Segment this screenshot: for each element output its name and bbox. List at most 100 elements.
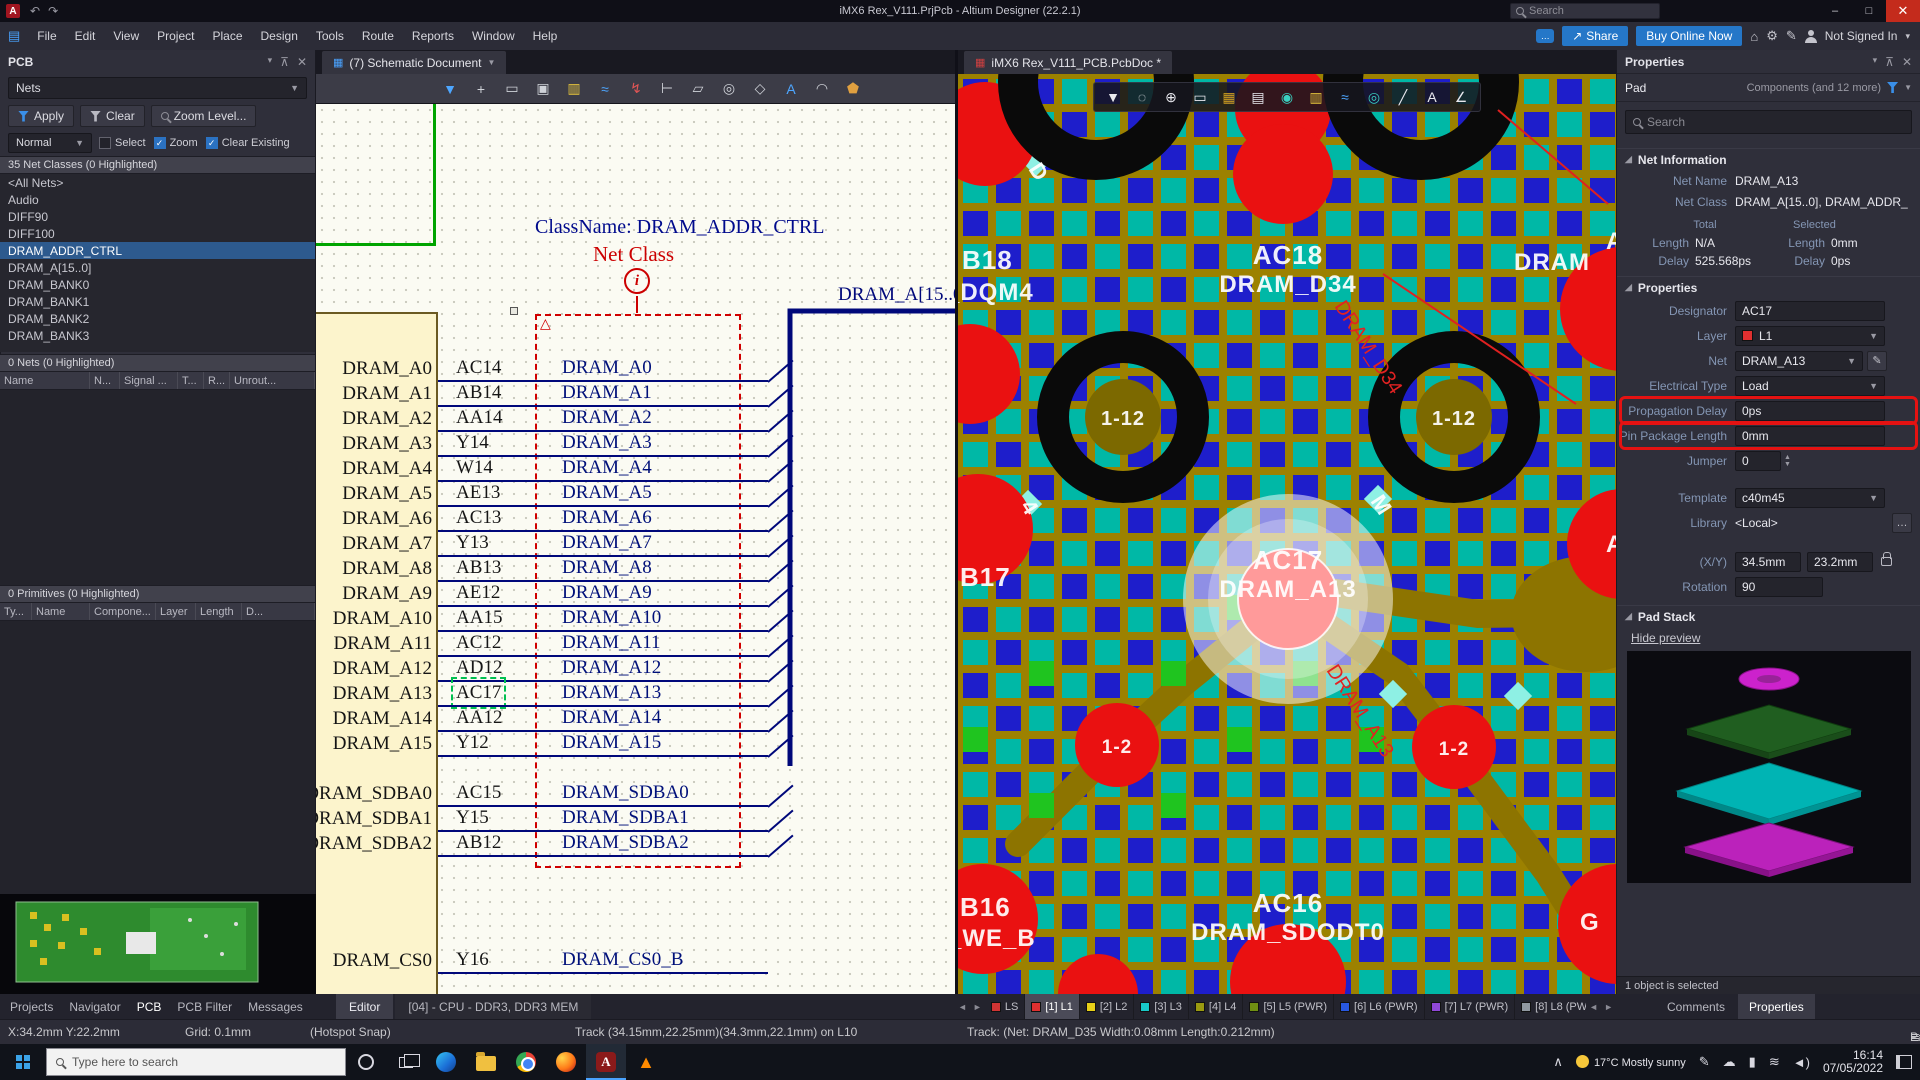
wave-icon[interactable]: ≈ xyxy=(1336,89,1354,105)
net-label[interactable]: DRAM_A12 xyxy=(562,657,661,679)
pad-stack-preview[interactable] xyxy=(1627,651,1910,883)
file-explorer-icon[interactable] xyxy=(466,1044,506,1080)
layer-tab[interactable]: [5] L5 (PWR) xyxy=(1243,994,1334,1019)
buy-online-button[interactable]: Buy Online Now xyxy=(1636,26,1742,46)
net-label[interactable]: DRAM_SDBA0 xyxy=(562,782,689,804)
battery-icon[interactable]: ▮ xyxy=(1749,1054,1756,1070)
net-label[interactable]: DRAM_A3 xyxy=(562,432,652,454)
net-label[interactable]: DRAM_A13 xyxy=(562,682,661,704)
pencil-icon[interactable]: ✎ xyxy=(1786,28,1797,44)
panel-tab[interactable]: Properties xyxy=(1738,994,1815,1019)
net-label[interactable]: DRAM_SDBA1 xyxy=(562,807,689,829)
filter-checkbox[interactable]: Zoom xyxy=(154,137,198,149)
wire[interactable] xyxy=(438,755,768,757)
layer-tab[interactable]: [4] L4 xyxy=(1189,994,1244,1019)
menu-item[interactable]: View xyxy=(104,22,148,50)
filter-icon[interactable]: ▼ xyxy=(1104,89,1122,105)
apply-button[interactable]: Apply xyxy=(8,105,74,127)
menu-item[interactable]: Place xyxy=(203,22,251,50)
ruler-icon[interactable]: ▥ xyxy=(1307,89,1325,106)
chrome-icon[interactable] xyxy=(506,1044,546,1080)
pin-designator[interactable]: AE13 xyxy=(456,482,500,504)
wire[interactable] xyxy=(438,855,768,857)
signal-integrity-icon[interactable]: ≈ xyxy=(596,81,614,97)
select-area-icon[interactable]: ▭ xyxy=(1191,89,1209,106)
column-header[interactable]: R... xyxy=(204,372,230,389)
pcb-doc-tab[interactable]: ▦iMX6 Rex_V111_PCB.PcbDoc * xyxy=(964,51,1172,74)
firefox-icon[interactable] xyxy=(546,1044,586,1080)
pin-designator[interactable]: AC15 xyxy=(456,782,501,804)
column-header[interactable]: N... xyxy=(90,372,120,389)
net-label[interactable]: DRAM_A4 xyxy=(562,457,652,479)
panel-menu-icon[interactable]: ▾ xyxy=(1873,55,1878,69)
net-label[interactable]: DRAM_A8 xyxy=(562,557,652,579)
menu-item[interactable]: Design xyxy=(252,22,307,50)
section-net-information[interactable]: ◢Net Information xyxy=(1617,148,1920,170)
angle-icon[interactable]: ∠ xyxy=(1452,89,1470,106)
checkbox[interactable] xyxy=(99,137,111,149)
hide-preview-link[interactable]: Hide preview xyxy=(1617,627,1920,647)
menu-item[interactable]: Route xyxy=(353,22,403,50)
net-label[interactable]: DRAM_A11 xyxy=(562,632,661,654)
pin-designator[interactable]: Y12 xyxy=(456,732,489,754)
net-class-item[interactable]: Audio xyxy=(0,191,315,208)
filter-checkbox[interactable]: Clear Existing xyxy=(206,137,290,149)
share-button[interactable]: ↗Share xyxy=(1562,26,1628,46)
zoom-icon[interactable]: ⊕ xyxy=(1162,89,1180,106)
net-class-item[interactable]: DRAM_BANK0 xyxy=(0,276,315,293)
net-class-item[interactable]: DRAM_BANK3 xyxy=(0,327,315,344)
filter-icon[interactable] xyxy=(1887,82,1898,93)
sheet-symbol-icon[interactable]: ▱ xyxy=(689,80,707,97)
clock[interactable]: 16:1407/05/2022 xyxy=(1823,1049,1883,1075)
pin-designator[interactable]: Y13 xyxy=(456,532,489,554)
pin-designator[interactable]: Y15 xyxy=(456,807,489,829)
taskbar-search-input[interactable] xyxy=(72,1055,336,1069)
cloud-icon[interactable]: ☁ xyxy=(1723,1054,1736,1070)
layer-tab[interactable]: [8] L8 (PW xyxy=(1515,994,1586,1019)
pin-designator[interactable]: AC12 xyxy=(456,632,501,654)
pin-package-length-input[interactable]: 0mm xyxy=(1735,426,1885,446)
net-label[interactable]: DRAM_A9 xyxy=(562,582,652,604)
pin-designator[interactable]: AB13 xyxy=(456,557,501,579)
menu-item[interactable]: Reports xyxy=(403,22,463,50)
menu-item[interactable]: Tools xyxy=(307,22,353,50)
pin-designator[interactable]: AA12 xyxy=(456,707,502,729)
x-input[interactable]: 34.5mm xyxy=(1735,552,1801,572)
filter-checkbox[interactable]: Select xyxy=(99,137,146,149)
pin-designator[interactable]: AA15 xyxy=(456,607,502,629)
grid-icon[interactable]: ▤ xyxy=(1249,89,1267,106)
column-header[interactable]: Layer xyxy=(156,603,196,620)
home-icon[interactable]: ⌂ xyxy=(1750,29,1758,44)
net-label-icon[interactable]: ◇ xyxy=(751,80,769,97)
layer-scroll-left-icon[interactable]: ◄ xyxy=(955,1002,970,1012)
minimize-button[interactable]: – xyxy=(1818,0,1852,22)
polygon-icon[interactable]: ⬟ xyxy=(844,80,862,97)
panel-scope-dropdown[interactable]: Nets▼ xyxy=(8,77,307,99)
column-header[interactable]: Name xyxy=(0,372,90,389)
net-label[interactable]: DRAM_CS0_B xyxy=(562,949,683,971)
zoom-level-button[interactable]: Zoom Level... xyxy=(151,105,257,127)
pin-designator[interactable]: AE12 xyxy=(456,582,500,604)
document-view-tab[interactable]: [04] - CPU - DDR3, DDR3 MEM xyxy=(395,994,591,1019)
undo-icon[interactable]: ↶ xyxy=(30,4,40,18)
pin-designator[interactable]: AC13 xyxy=(456,507,501,529)
net-class-item[interactable]: DRAM_A[15..0] xyxy=(0,259,315,276)
column-header[interactable]: Length xyxy=(196,603,242,620)
panel-tab[interactable]: Messages xyxy=(248,1000,303,1014)
layer-tab[interactable]: [2] L2 xyxy=(1080,994,1135,1019)
altium-icon[interactable]: A xyxy=(586,1044,626,1080)
pcb-canvas[interactable]: ▼◌⊕▭▦▤◉▥≈◎╱A∠ xyxy=(958,74,1616,994)
menu-item[interactable]: Window xyxy=(463,22,524,50)
pin-designator[interactable]: Y16 xyxy=(456,949,489,971)
probe-icon[interactable]: ◎ xyxy=(720,80,738,97)
notification-icon[interactable] xyxy=(1896,1055,1912,1069)
filter-icon[interactable]: ▼ xyxy=(441,81,459,97)
tray-expand-icon[interactable]: ∧ xyxy=(1553,1054,1563,1070)
pen-icon[interactable]: ✎ xyxy=(1699,1054,1710,1070)
editor-tab[interactable]: Editor xyxy=(336,994,393,1019)
electrical-type-dropdown[interactable]: Load▼ xyxy=(1735,376,1885,396)
pin-designator[interactable]: W14 xyxy=(456,457,493,479)
chevron-down-icon[interactable]: ▼ xyxy=(1904,83,1912,92)
clear-button[interactable]: Clear xyxy=(80,105,145,127)
schematic-canvas[interactable]: ClassName: DRAM_ADDR_CTRL Net Class i △ … xyxy=(316,104,955,994)
